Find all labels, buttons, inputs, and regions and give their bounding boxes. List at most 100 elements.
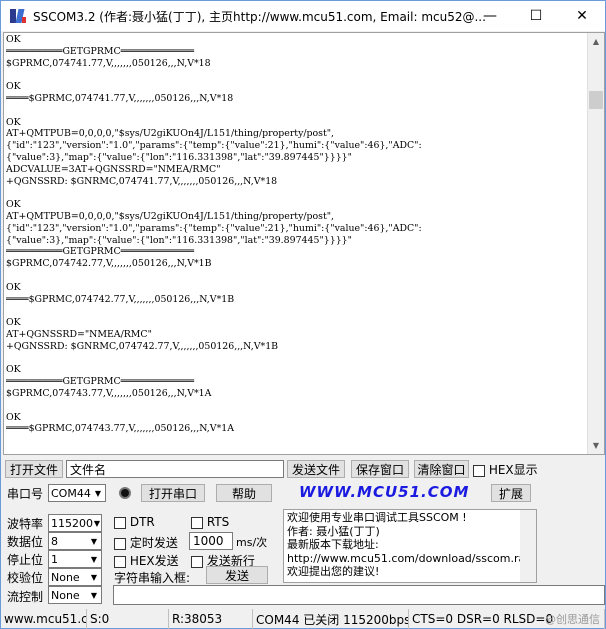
receive-line: {"id":"123","version":"1.0","params":{"t…: [6, 140, 422, 152]
baud-label: 波特率: [7, 517, 44, 531]
port-label: 串口号: [7, 487, 44, 501]
send-input[interactable]: [113, 585, 605, 605]
info-scrollbar[interactable]: [520, 510, 536, 582]
hex-send-checkbox[interactable]: HEX发送: [114, 552, 179, 569]
expand-button[interactable]: 扩展: [491, 484, 531, 502]
site-logo[interactable]: WWW.MCU51.COM: [299, 483, 469, 501]
receive-line: {"id":"123","version":"1.0","params":{"t…: [6, 222, 422, 234]
clear-window-button[interactable]: 清除窗口: [414, 460, 469, 478]
save-window-button[interactable]: 保存窗口: [351, 460, 409, 478]
send-button[interactable]: 发送: [206, 566, 268, 584]
chevron-down-icon: ▼: [90, 536, 98, 546]
receive-line: [6, 305, 588, 317]
chevron-down-icon: ▼: [93, 518, 101, 528]
stop-bits-value: 1: [51, 552, 58, 566]
status-site: www.mcu51.cor: [1, 609, 87, 629]
receive-line: {"value":3},"map":{"value":{"lon":"116.3…: [6, 151, 352, 163]
hex-send-check-icon[interactable]: [114, 555, 126, 568]
send-newline-check-icon[interactable]: [191, 555, 203, 568]
chevron-down-icon: ▼: [94, 488, 102, 498]
receive-line: ════$GPRMC,074741.77,V,,,,,,,050126,,,N,…: [6, 92, 234, 104]
receive-line: +QGNSSRD: $GNRMC,074741.77,V,,,,,,,05012…: [6, 175, 278, 187]
receive-line: AT+QMTPUB=0,0,0,0,"$sys/U2giKUOn4J/L151/…: [6, 128, 335, 140]
watermark: @创思通信: [545, 613, 600, 626]
scroll-thumb[interactable]: [589, 91, 603, 109]
receive-area[interactable]: OK ══════════GETGPRMC═════════════ $GPRMC,…: [3, 32, 605, 455]
help-button[interactable]: 帮助: [216, 484, 272, 502]
receive-line: OK: [6, 364, 21, 376]
input-label: 字符串输入框:: [114, 571, 191, 585]
baud-value: 115200: [51, 516, 93, 530]
receive-line: [6, 69, 588, 81]
receive-line: OK: [6, 199, 21, 211]
receive-line: ════$GPRMC,074742.77,V,,,,,,,050126,,,N,…: [6, 293, 235, 305]
stop-bits-label: 停止位: [7, 553, 44, 567]
timed-send-label: 定时发送: [129, 536, 178, 550]
receive-line: OK: [6, 281, 21, 293]
parity-label: 校验位: [7, 571, 44, 585]
receive-line: ══════════GETGPRMC═════════════: [6, 45, 195, 57]
rts-check-icon[interactable]: [191, 516, 203, 529]
status-sent: S:0: [87, 609, 169, 629]
interval-unit: ms/次: [236, 536, 268, 549]
port-select[interactable]: COM44 ▼: [48, 484, 106, 502]
receive-line: [6, 435, 588, 447]
data-bits-select[interactable]: 8 ▼: [48, 532, 102, 550]
receive-line: OK: [6, 317, 21, 329]
window-title: SSCOM3.2 (作者:聂小猛(丁丁), 主页http://www.mcu51…: [33, 9, 486, 24]
hex-display-check-icon[interactable]: [473, 464, 485, 477]
receive-line: [6, 270, 588, 282]
flow-label: 流控制: [7, 590, 44, 604]
receive-line: AT+QMTPUB=0,0,0,0,"$sys/U2giKUOn4J/L151/…: [6, 210, 335, 222]
receive-line: ADCVALUE=3AT+QGNSSRD="NMEA/RMC": [6, 163, 221, 175]
status-received: R:38053: [169, 609, 253, 629]
baud-select[interactable]: 115200 ▼: [48, 514, 102, 532]
chevron-down-icon: ▼: [90, 590, 98, 600]
receive-line: [6, 353, 588, 365]
interval-input[interactable]: 1000: [189, 532, 233, 550]
receive-line: [6, 400, 588, 412]
dtr-checkbox[interactable]: DTR: [114, 515, 155, 529]
rts-label: RTS: [206, 515, 230, 529]
receive-line: AT+QGNSSRD="NMEA/RMC": [6, 328, 152, 340]
status-port: COM44 已关闭 115200bps: [253, 609, 409, 629]
rts-checkbox[interactable]: RTS: [191, 515, 229, 529]
stop-bits-select[interactable]: 1 ▼: [48, 550, 102, 568]
chevron-down-icon: ▼: [90, 572, 98, 582]
receive-line: ════$GPRMC,074743.77,V,,,,,,,050126,,,N,…: [6, 423, 234, 435]
data-bits-value: 8: [51, 534, 58, 548]
app-window: SSCOM3.2 (作者:聂小猛(丁丁), 主页http://www.mcu51…: [0, 0, 606, 629]
flow-value: None: [51, 588, 80, 602]
receive-scrollbar[interactable]: ▲ ▼: [587, 33, 604, 454]
timed-send-checkbox[interactable]: 定时发送: [114, 534, 178, 551]
close-button[interactable]: ✕: [559, 1, 605, 31]
open-file-button[interactable]: 打开文件: [5, 460, 63, 478]
receive-line: $GPRMC,074743.77,V,,,,,,,050126,,,N,V*1A: [6, 387, 212, 399]
dtr-check-icon[interactable]: [114, 516, 126, 529]
hex-display-checkbox[interactable]: HEX显示: [473, 461, 538, 478]
receive-line: $GPRMC,074742.77,V,,,,,,,050126,,,N,V*1B: [6, 258, 212, 270]
receive-line: ══════════GETGPRMC═════════════: [6, 376, 195, 388]
title-bar: SSCOM3.2 (作者:聂小猛(丁丁), 主页http://www.mcu51…: [1, 1, 605, 31]
maximize-button[interactable]: ☐: [513, 1, 559, 31]
receive-text: OK ══════════GETGPRMC═════════════ $GPRMC,…: [6, 34, 588, 452]
send-file-button[interactable]: 发送文件: [287, 460, 345, 478]
scroll-up-icon[interactable]: ▲: [588, 33, 604, 50]
flow-select[interactable]: None ▼: [48, 586, 102, 604]
timed-send-check-icon[interactable]: [114, 537, 126, 550]
port-value: COM44: [51, 486, 91, 500]
receive-line: [6, 105, 588, 117]
minimize-button[interactable]: —: [467, 1, 513, 31]
open-port-button[interactable]: 打开串口: [141, 484, 205, 502]
receive-line: [6, 187, 588, 199]
receive-line: OK: [6, 411, 21, 423]
filename-input[interactable]: 文件名: [66, 460, 284, 478]
status-lines-text: CTS=0 DSR=0 RLSD=0: [412, 612, 554, 626]
receive-line: OK: [6, 34, 21, 45]
chevron-down-icon: ▼: [90, 554, 98, 564]
scroll-down-icon[interactable]: ▼: [588, 437, 604, 454]
status-bar: www.mcu51.cor S:0 R:38053 COM44 已关闭 1152…: [1, 609, 605, 629]
receive-line: $GPRMC,074741.77,V,,,,,,,050126,,,N,V*18: [6, 57, 211, 69]
parity-select[interactable]: None ▼: [48, 568, 102, 586]
receive-line: +QGNSSRD: $GNRMC,074742.77,V,,,,,,,05012…: [6, 340, 279, 352]
